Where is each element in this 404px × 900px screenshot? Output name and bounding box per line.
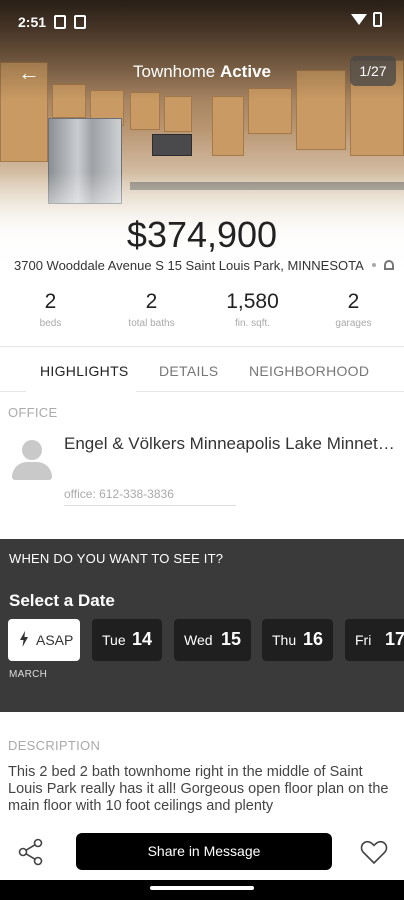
photo-counter: 1/27 <box>350 56 396 86</box>
listing-address: 3700 Wooddale Avenue S 15 Saint Louis Pa… <box>14 257 364 273</box>
stat-garages: 2 garages <box>303 290 404 338</box>
stat-value: 2 <box>145 290 158 313</box>
stat-beds: 2 beds <box>0 290 101 338</box>
asap-button[interactable]: ASAP <box>8 619 80 661</box>
date-weekday: Wed <box>184 632 213 648</box>
mls-logo-icon <box>384 260 394 270</box>
heart-outline-icon[interactable] <box>360 839 388 865</box>
office-name[interactable]: Engel & Völkers Minneapolis Lake Minneto… <box>64 434 396 454</box>
date-weekday: Thu <box>272 632 297 648</box>
share-icon[interactable] <box>16 837 46 867</box>
status-time: 2:51 <box>18 14 47 30</box>
date-chip[interactable]: Wed 15 <box>174 619 251 661</box>
system-nav-bar <box>0 880 404 900</box>
date-day: 16 <box>302 629 323 649</box>
date-chip[interactable]: Fri 17 <box>345 619 404 661</box>
battery-icon <box>373 12 382 27</box>
home-gesture-handle[interactable] <box>150 886 254 890</box>
date-chip[interactable]: Thu 16 <box>262 619 333 661</box>
active-tab-indicator <box>26 391 136 393</box>
stat-label: beds <box>39 318 62 329</box>
stat-label: garages <box>335 318 372 329</box>
office-section-label: OFFICE <box>8 405 58 420</box>
schedule-question: WHEN DO YOU WANT TO SEE IT? <box>9 551 224 566</box>
date-day: 14 <box>131 629 152 649</box>
date-weekday: Tue <box>102 632 126 648</box>
property-type: Townhome <box>133 62 216 81</box>
date-day: 17 <box>384 629 404 649</box>
notification-icon <box>54 15 66 29</box>
status-indicators <box>351 12 382 27</box>
stat-value: 2 <box>347 290 360 313</box>
person-placeholder-icon <box>12 440 52 480</box>
tab-neighborhood[interactable]: NEIGHBORHOOD <box>249 363 369 379</box>
microwave-shape <box>152 134 192 156</box>
stat-baths: 2 total baths <box>101 290 202 338</box>
share-in-message-button[interactable]: Share in Message <box>76 833 332 870</box>
date-day: 15 <box>220 629 241 649</box>
lightning-bolt-icon <box>20 631 28 647</box>
stat-sqft: 1,580 fin. sqft. <box>202 290 303 338</box>
month-label: MARCH <box>9 669 48 680</box>
page-title: Townhome Active <box>0 62 404 82</box>
office-phone[interactable]: office: 612-338-3836 <box>64 487 236 506</box>
date-chip[interactable]: Tue 14 <box>92 619 162 661</box>
separator-dot <box>372 263 376 267</box>
property-stats: 2 beds 2 total baths 1,580 fin. sqft. 2 … <box>0 290 404 338</box>
listing-status: Active <box>219 62 271 81</box>
select-date-title: Select a Date <box>9 591 115 610</box>
wifi-icon <box>351 14 367 25</box>
stat-label: total baths <box>128 318 175 329</box>
asap-label: ASAP <box>36 632 74 648</box>
address-row: 3700 Wooddale Avenue S 15 Saint Louis Pa… <box>14 256 394 274</box>
stat-value: 2 <box>44 290 57 313</box>
tab-highlights[interactable]: HIGHLIGHTS <box>40 363 129 379</box>
status-bar: 2:51 <box>0 0 404 44</box>
description-text: This 2 bed 2 bath townhome right in the … <box>8 764 389 814</box>
description-section-label: DESCRIPTION <box>8 738 101 753</box>
tab-details[interactable]: DETAILS <box>159 363 218 379</box>
notification-icon <box>74 15 86 29</box>
avatar-body <box>12 462 52 480</box>
date-picker-row[interactable]: ASAP Tue 14 Wed 15 Thu 16 Fri 17 <box>8 619 404 661</box>
listing-price: $374,900 <box>126 214 278 255</box>
cabinet-shape <box>164 96 192 132</box>
bottom-action-bar: Share in Message <box>0 820 404 880</box>
stat-value: 1,580 <box>226 290 279 313</box>
stat-label: fin. sqft. <box>234 318 270 329</box>
date-weekday: Fri <box>355 632 372 648</box>
detail-tabs: HIGHLIGHTS DETAILS NEIGHBORHOOD <box>0 346 404 393</box>
avatar-head <box>22 440 42 460</box>
schedule-showing-section: WHEN DO YOU WANT TO SEE IT? Select a Dat… <box>0 539 404 712</box>
cabinet-shape <box>212 96 244 156</box>
